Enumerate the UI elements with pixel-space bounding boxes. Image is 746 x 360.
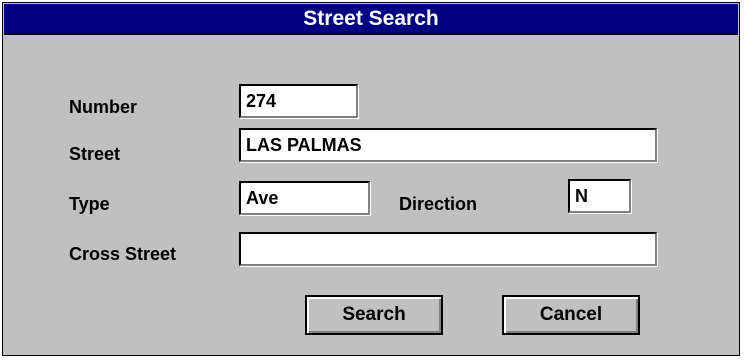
type-label: Type bbox=[69, 194, 110, 214]
direction-field[interactable] bbox=[568, 179, 631, 213]
number-field[interactable] bbox=[239, 84, 358, 118]
street-search-dialog: Street Search Number Street Type Directi… bbox=[2, 2, 740, 356]
search-button[interactable]: Search bbox=[305, 295, 443, 335]
direction-label: Direction bbox=[399, 194, 478, 214]
number-label: Number bbox=[69, 97, 138, 117]
cross-street-field[interactable] bbox=[239, 232, 657, 266]
dialog-title: Street Search bbox=[4, 4, 738, 35]
street-field[interactable] bbox=[239, 128, 657, 162]
type-field[interactable] bbox=[239, 181, 370, 215]
cross-street-label: Cross Street bbox=[69, 244, 177, 264]
street-label: Street bbox=[69, 144, 121, 164]
cancel-button[interactable]: Cancel bbox=[502, 295, 640, 335]
